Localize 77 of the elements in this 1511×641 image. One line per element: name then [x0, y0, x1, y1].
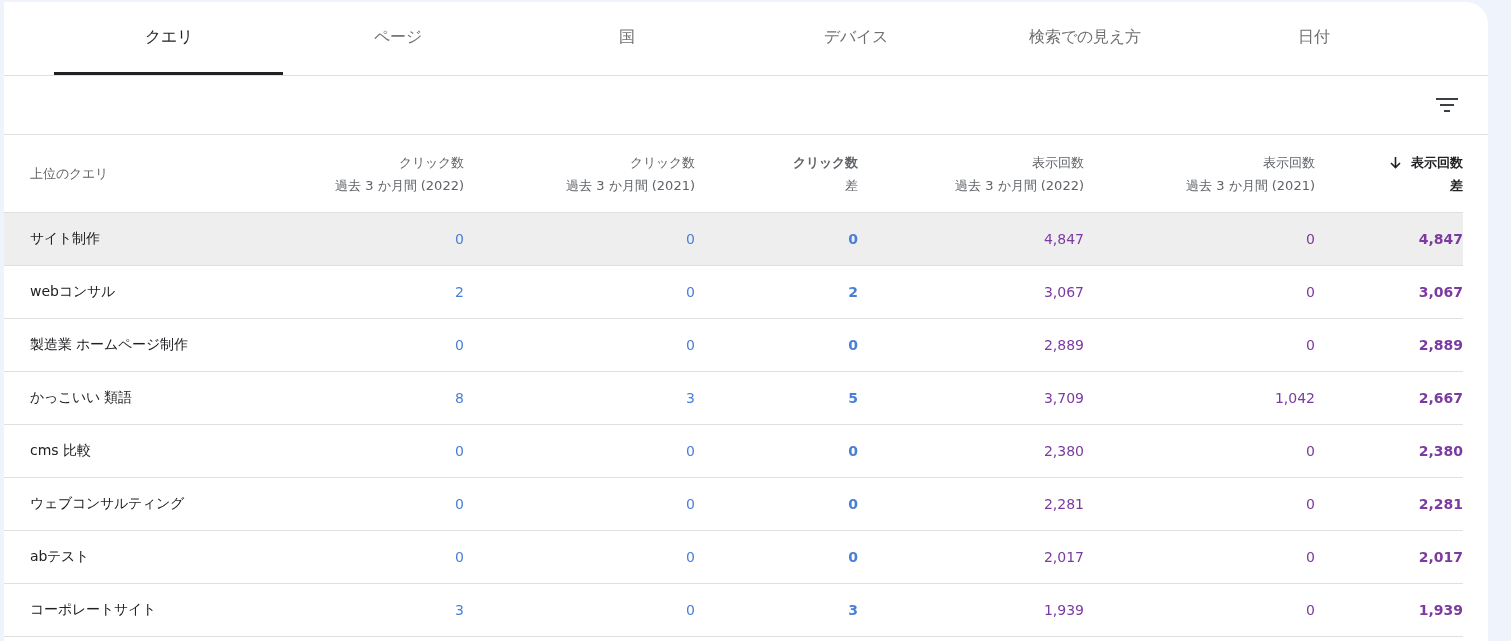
metric-value: 3,067 [1043, 284, 1084, 300]
down-arrow-icon [1390, 156, 1401, 169]
column-subheader: 過去 3 か月間 (2022) [335, 176, 464, 195]
column-header[interactable]: クリック数 [399, 150, 464, 175]
metric-value: 0 [686, 602, 695, 618]
metric-value: 0 [848, 337, 858, 353]
metric-value: 1,939 [1418, 602, 1463, 618]
metric-value: 2,667 [1418, 390, 1463, 406]
metric-value: 0 [686, 231, 695, 247]
metric-value: 2,889 [1043, 337, 1084, 353]
column-header: 上位のクエリ [30, 164, 108, 183]
column-subheader: 過去 3 か月間 (2022) [955, 176, 1084, 195]
metric-value: 0 [1306, 284, 1315, 300]
metric-value: 0 [686, 549, 695, 565]
query-text[interactable]: コーポレートサイト [30, 601, 156, 619]
column-header[interactable]: 表示回数 [1263, 150, 1315, 175]
metric-value: 2,281 [1043, 496, 1084, 512]
query-text[interactable]: ウェブコンサルティング [30, 495, 184, 513]
metric-value: 2,380 [1418, 443, 1463, 459]
column-subheader: 過去 3 か月間 (2021) [566, 176, 695, 195]
metric-value: 0 [455, 549, 464, 565]
tab[interactable]: ページ [283, 2, 512, 75]
metric-value: 2,017 [1418, 549, 1463, 565]
metric-value: 0 [1306, 231, 1315, 247]
metric-value: 3,709 [1043, 390, 1084, 406]
metric-value: 5 [848, 390, 858, 406]
metric-value: 0 [686, 443, 695, 459]
query-text[interactable]: webコンサル [30, 283, 115, 301]
metric-value: 2,281 [1418, 496, 1463, 512]
column-subheader: 差 [1450, 176, 1463, 195]
column-header[interactable]: 表示回数 [1390, 150, 1463, 175]
metric-value: 0 [848, 496, 858, 512]
metric-value: 2 [455, 284, 464, 300]
metric-value: 3 [686, 390, 695, 406]
metric-value: 0 [1306, 443, 1315, 459]
metric-value: 2,889 [1418, 337, 1463, 353]
tab[interactable]: クエリ [54, 2, 283, 75]
metric-value: 0 [455, 443, 464, 459]
tab[interactable]: 検索での見え方 [970, 2, 1199, 75]
metric-value: 2,017 [1043, 549, 1084, 565]
metric-value: 0 [455, 231, 464, 247]
column-subheader: 差 [845, 176, 858, 195]
metric-value: 4,847 [1043, 231, 1084, 247]
column-header[interactable]: クリック数 [793, 150, 858, 175]
tab[interactable]: 日付 [1199, 2, 1428, 75]
tab[interactable]: 国 [512, 2, 741, 75]
metric-value: 2,380 [1043, 443, 1084, 459]
metric-value: 0 [1306, 602, 1315, 618]
metric-value: 0 [848, 443, 858, 459]
metric-value: 8 [455, 390, 464, 406]
metric-value: 0 [455, 496, 464, 512]
metric-value: 3 [848, 602, 858, 618]
query-text[interactable]: サイト制作 [30, 230, 100, 248]
metric-value: 4,847 [1418, 231, 1463, 247]
metric-value: 1,939 [1043, 602, 1084, 618]
metric-value: 0 [1306, 496, 1315, 512]
metric-value: 0 [455, 337, 464, 353]
metric-value: 0 [686, 496, 695, 512]
metric-value: 3 [455, 602, 464, 618]
column-header[interactable]: クリック数 [630, 150, 695, 175]
metric-value: 0 [686, 284, 695, 300]
query-text[interactable]: abテスト [30, 548, 90, 566]
query-text[interactable]: 製造業 ホームページ制作 [30, 336, 189, 354]
metric-value: 2 [848, 284, 858, 300]
tab[interactable]: デバイス [741, 2, 970, 75]
metric-value: 0 [1306, 337, 1315, 353]
metric-value: 0 [848, 549, 858, 565]
metric-value: 0 [686, 337, 695, 353]
query-text[interactable]: かっこいい 類語 [30, 389, 133, 407]
query-text[interactable]: cms 比較 [30, 442, 92, 460]
metric-value: 3,067 [1418, 284, 1463, 300]
metric-value: 1,042 [1274, 390, 1315, 406]
filter-icon [1436, 97, 1458, 113]
column-subheader: 過去 3 か月間 (2021) [1186, 176, 1315, 195]
metric-value: 0 [1306, 549, 1315, 565]
column-header[interactable]: 表示回数 [1032, 150, 1084, 175]
metric-value: 0 [848, 231, 858, 247]
